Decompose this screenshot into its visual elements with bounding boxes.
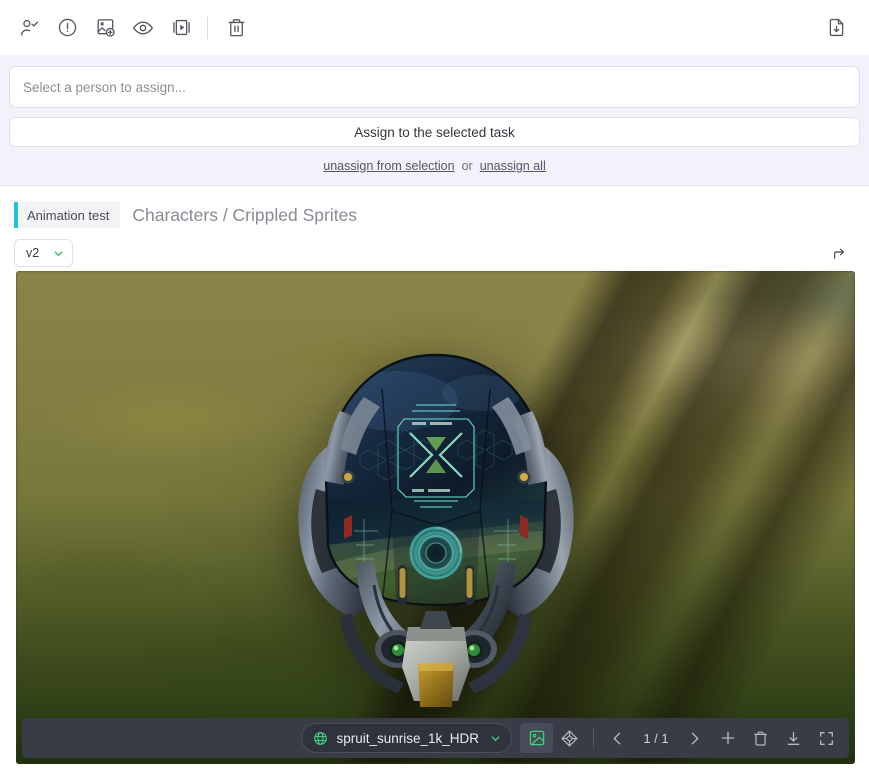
prev-page-button[interactable] [601,723,634,753]
viewer-container: spruit_sunrise_1k_HDR 1 / 1 [0,271,869,774]
assign-panel: Select a person to assign... Assign to t… [0,55,869,186]
chevron-down-icon [52,247,65,260]
render-viewport[interactable]: spruit_sunrise_1k_HDR 1 / 1 [16,271,855,764]
environment-select[interactable]: spruit_sunrise_1k_HDR [301,723,512,753]
asset-viewer-app: Select a person to assign... Assign to t… [0,0,869,774]
environment-name: spruit_sunrise_1k_HDR [336,730,479,746]
version-selected-label: v2 [26,246,40,260]
breadcrumb-project-label: Animation test [27,207,110,223]
version-select[interactable]: v2 [14,239,73,267]
breadcrumb-path[interactable]: Characters / Crippled Sprites [132,205,357,226]
model-view-toggle[interactable] [553,723,586,753]
add-image-icon[interactable] [86,11,124,45]
page-indicator: 1 / 1 [643,730,669,746]
assign-to-task-button[interactable]: Assign to the selected task [9,117,860,147]
unassign-actions: unassign from selection or unassign all [9,159,860,173]
version-row: v2 [14,235,855,271]
person-assign-input[interactable]: Select a person to assign... [9,66,860,108]
unassign-or-label: or [461,159,473,173]
download-button[interactable] [777,723,810,753]
unassign-all-link[interactable]: unassign all [480,159,546,173]
share-arrow-icon[interactable] [827,240,853,266]
assign-person-icon[interactable] [10,11,48,45]
top-toolbar-actions [10,11,255,45]
person-assign-placeholder: Select a person to assign... [23,79,186,95]
add-button[interactable] [711,723,744,753]
toolbar-divider [207,16,208,39]
project-accent-bar [14,202,18,228]
alert-circle-icon[interactable] [48,11,86,45]
breadcrumb-project-tag[interactable]: Animation test [14,202,121,228]
video-frame-icon[interactable] [162,11,200,45]
fullscreen-button[interactable] [810,723,843,753]
next-page-button[interactable] [678,723,711,753]
chevron-down-icon [489,732,502,745]
unassign-from-selection-link[interactable]: unassign from selection [323,159,454,173]
top-toolbar [0,0,869,55]
asset-header: Animation test Characters / Crippled Spr… [0,186,869,271]
image-view-toggle[interactable] [520,723,553,753]
delete-button[interactable] [744,723,777,753]
viewer-toolbar-divider [593,728,594,748]
globe-icon [313,731,328,746]
breadcrumb: Animation test Characters / Crippled Spr… [14,200,855,230]
hdri-vignette [16,271,855,764]
eye-icon[interactable] [124,11,162,45]
viewer-toolbar: spruit_sunrise_1k_HDR 1 / 1 [22,718,849,758]
download-file-icon[interactable] [817,11,855,45]
trash-icon[interactable] [217,11,255,45]
